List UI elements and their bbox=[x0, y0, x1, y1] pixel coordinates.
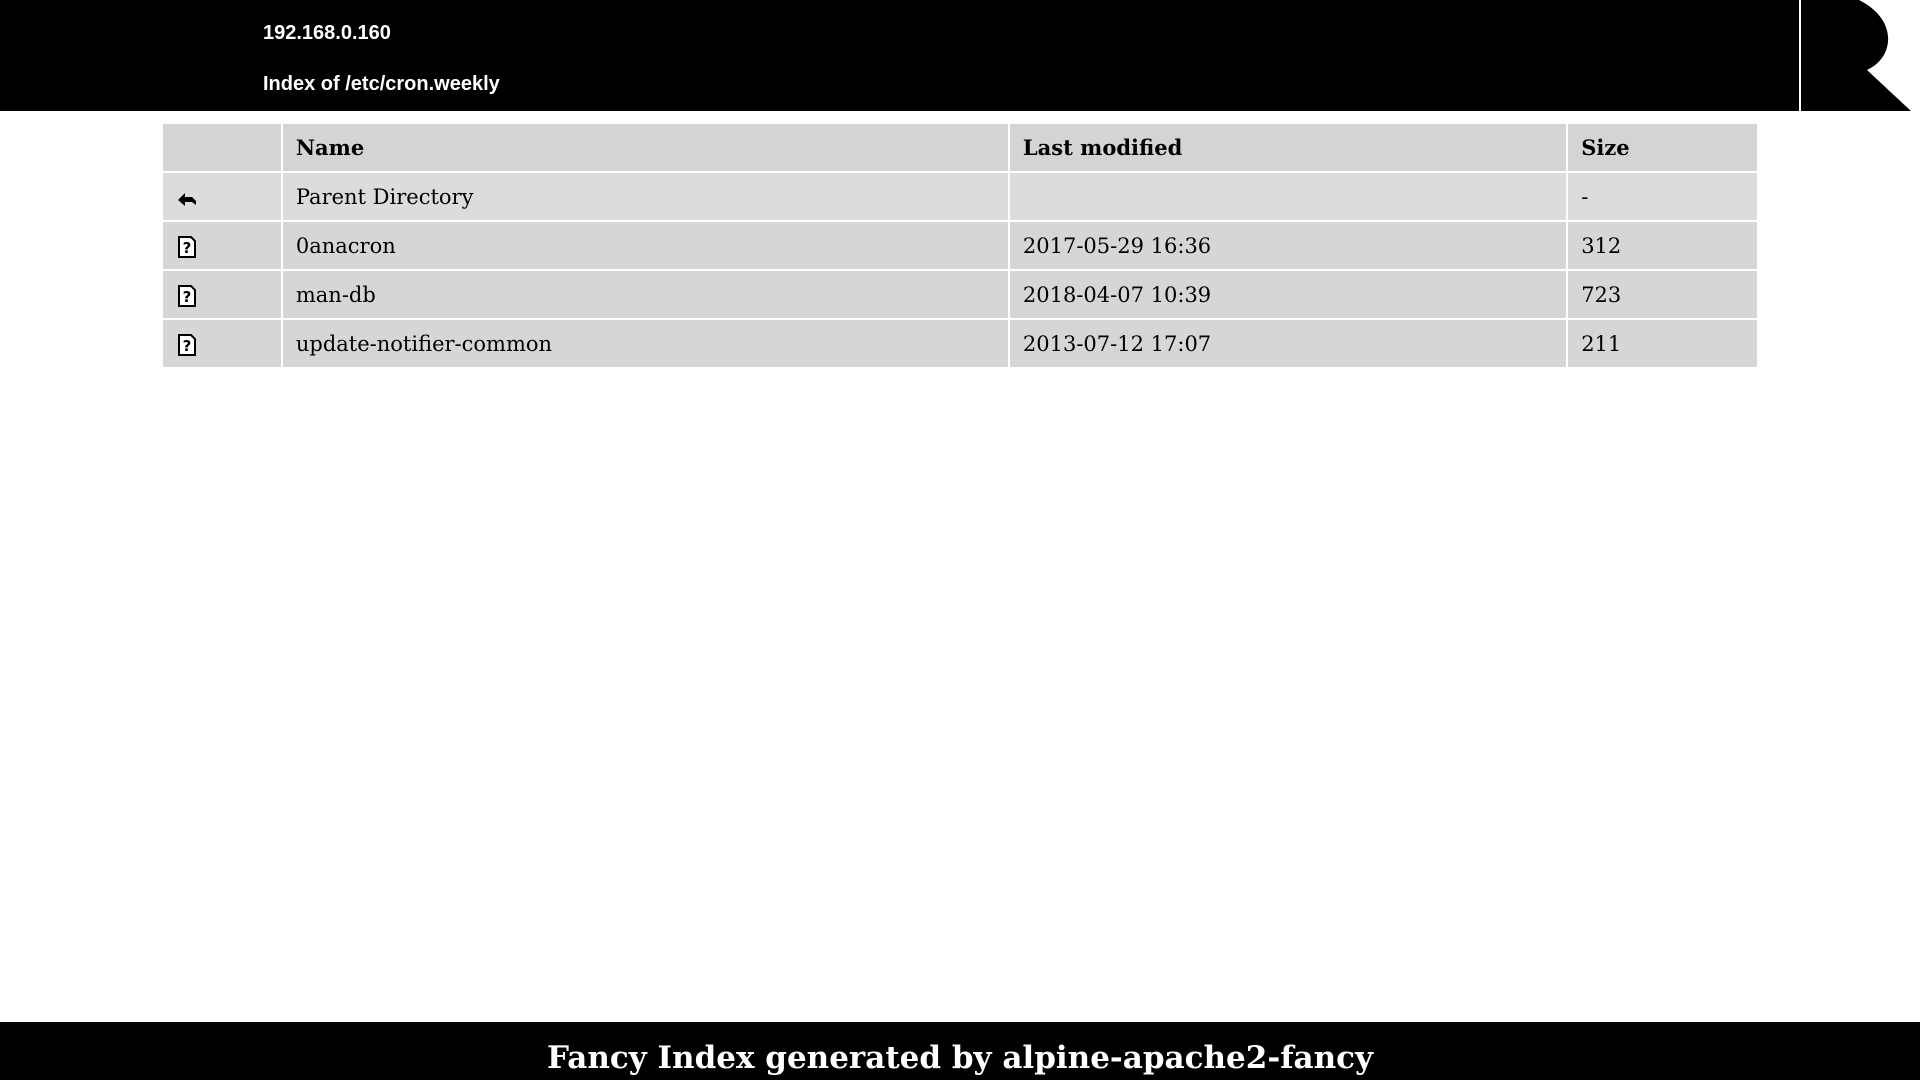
column-header-size[interactable]: Size bbox=[1568, 124, 1757, 171]
table-row-file[interactable]: ? 0anacron 2017-05-29 16:36 312 bbox=[163, 222, 1757, 269]
footer-text: Fancy Index generated by alpine-apache2-… bbox=[546, 1040, 1374, 1076]
unknown-file-icon[interactable]: ? bbox=[176, 333, 198, 356]
page-title: Index of /etc/cron.weekly bbox=[263, 73, 500, 95]
row-modified-cell: 2013-07-12 17:07 bbox=[1009, 320, 1567, 367]
svg-text:?: ? bbox=[183, 239, 192, 257]
unknown-file-icon[interactable]: ? bbox=[176, 235, 198, 258]
column-header-icon bbox=[163, 124, 281, 171]
row-modified-cell: 2018-04-07 10:39 bbox=[1009, 271, 1567, 318]
back-arrow-icon[interactable] bbox=[176, 187, 198, 209]
row-icon-cell: ? bbox=[163, 222, 281, 269]
table-row-file[interactable]: ? man-db 2018-04-07 10:39 723 bbox=[163, 271, 1757, 318]
file-link[interactable]: 0anacron bbox=[296, 234, 396, 258]
row-icon-cell bbox=[163, 173, 281, 220]
row-name-cell: update-notifier-common bbox=[282, 320, 1008, 367]
row-modified-cell: 2017-05-29 16:36 bbox=[1009, 222, 1567, 269]
server-host: 192.168.0.160 bbox=[263, 22, 391, 44]
file-link[interactable]: update-notifier-common bbox=[296, 332, 552, 356]
row-modified-cell bbox=[1009, 173, 1567, 220]
row-icon-cell: ? bbox=[163, 320, 281, 367]
logo-icon bbox=[1799, 0, 1920, 111]
file-listing-table: Name Last modified Size Parent Directory… bbox=[161, 122, 1759, 369]
unknown-file-icon[interactable]: ? bbox=[176, 284, 198, 307]
table-header-row: Name Last modified Size bbox=[163, 124, 1757, 171]
column-header-last-modified[interactable]: Last modified bbox=[1009, 124, 1567, 171]
svg-text:?: ? bbox=[183, 288, 192, 306]
row-name-cell: 0anacron bbox=[282, 222, 1008, 269]
row-name-cell: Parent Directory bbox=[282, 173, 1008, 220]
row-name-cell: man-db bbox=[282, 271, 1008, 318]
column-header-name[interactable]: Name bbox=[282, 124, 1008, 171]
row-size-cell: 312 bbox=[1568, 222, 1757, 269]
table-row-file[interactable]: ? update-notifier-common 2013-07-12 17:0… bbox=[163, 320, 1757, 367]
file-link[interactable]: Parent Directory bbox=[296, 185, 474, 209]
row-size-cell: 211 bbox=[1568, 320, 1757, 367]
table-row-parent-directory[interactable]: Parent Directory - bbox=[163, 173, 1757, 220]
row-size-cell: - bbox=[1568, 173, 1757, 220]
svg-text:?: ? bbox=[183, 337, 192, 355]
file-link[interactable]: man-db bbox=[296, 283, 376, 307]
row-icon-cell: ? bbox=[163, 271, 281, 318]
row-size-cell: 723 bbox=[1568, 271, 1757, 318]
top-header: 192.168.0.160 Index of /etc/cron.weekly bbox=[0, 0, 1920, 111]
footer: Fancy Index generated by alpine-apache2-… bbox=[0, 1022, 1920, 1080]
